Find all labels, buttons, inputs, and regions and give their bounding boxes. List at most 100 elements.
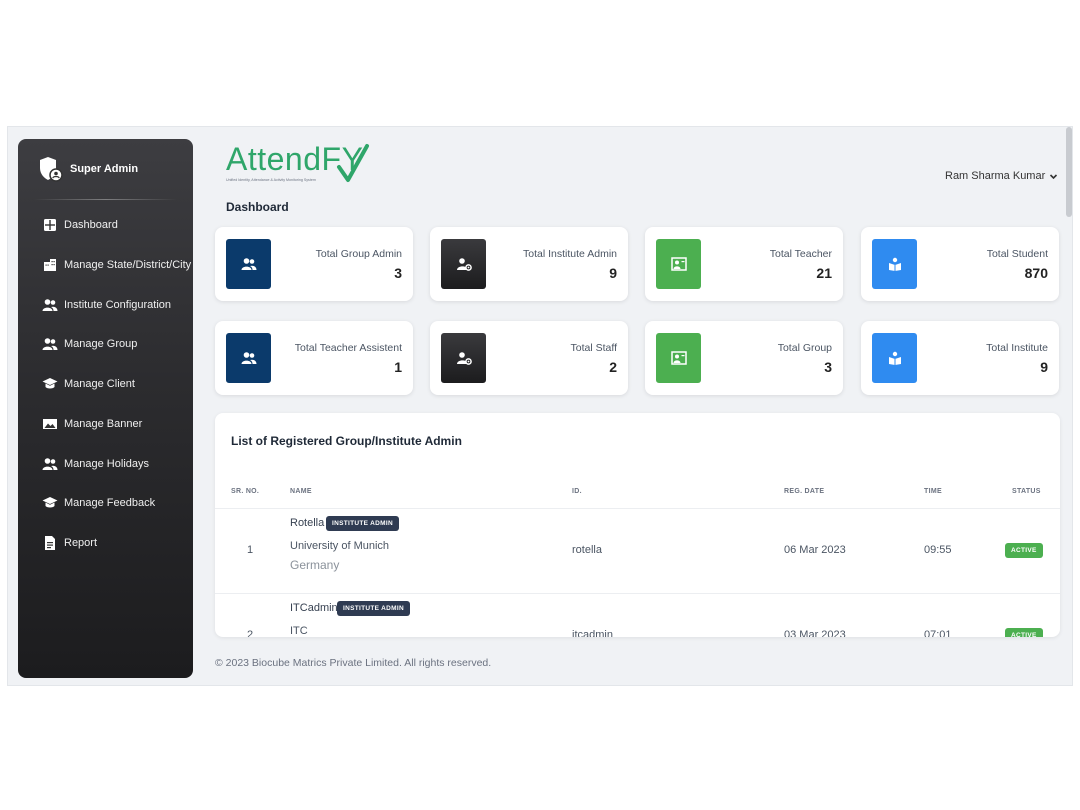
- role-badge: INSTITUTE ADMIN: [337, 601, 410, 616]
- sidebar-item-label: Dashboard: [64, 219, 118, 231]
- status-badge: ACTIVE: [1005, 543, 1043, 558]
- registered-admin-table: List of Registered Group/Institute Admin…: [215, 413, 1060, 637]
- row-institute: University of Munich: [290, 540, 390, 552]
- row-reg-date: 06 Mar 2023: [784, 544, 846, 556]
- users-icon: [42, 336, 58, 352]
- admin-shield-icon: [38, 155, 64, 183]
- document-icon: [42, 535, 58, 551]
- stat-card-total-teacher-assistent[interactable]: Total Teacher Assistent 1: [215, 321, 413, 395]
- dashboard-icon: [42, 217, 58, 233]
- user-name: Ram Sharma Kumar: [945, 170, 1046, 182]
- stat-value: 9: [609, 265, 617, 281]
- stat-value: 3: [824, 359, 832, 375]
- stat-label: Total Group Admin: [315, 248, 402, 260]
- row-country: Germany: [290, 558, 340, 572]
- student-reading-icon: [872, 239, 917, 289]
- sidebar-item-manage-holidays[interactable]: Manage Holidays: [42, 455, 149, 473]
- row-institute: ITC: [290, 625, 308, 637]
- sidebar-item-report[interactable]: Report: [42, 534, 97, 552]
- row-divider: [215, 593, 1060, 594]
- row-name: Rotella: [290, 517, 325, 529]
- stat-label: Total Group: [777, 342, 832, 354]
- teacher-board-icon: [656, 239, 701, 289]
- group-admin-icon: [226, 239, 271, 289]
- sidebar-item-label: Manage Group: [64, 338, 138, 350]
- row-sr-no: 1: [247, 544, 254, 556]
- sidebar: Super Admin Dashboard Manage State/Distr…: [18, 139, 193, 678]
- stat-value: 3: [394, 265, 402, 281]
- sidebar-item-manage-banner[interactable]: Manage Banner: [42, 415, 142, 433]
- stat-card-total-group-admin[interactable]: Total Group Admin 3: [215, 227, 413, 301]
- stat-value: 9: [1040, 359, 1048, 375]
- student-reading-icon: [872, 333, 917, 383]
- logo-subtitle: Unified Identity, Attendance & Activity …: [226, 178, 316, 182]
- sidebar-brand: Super Admin: [38, 155, 138, 183]
- footer-copyright: © 2023 Biocube Matrics Private Limited. …: [215, 657, 492, 669]
- table-title: List of Registered Group/Institute Admin: [231, 434, 462, 448]
- row-time: 07:01: [924, 629, 952, 637]
- sidebar-item-manage-client[interactable]: Manage Client: [42, 375, 135, 393]
- chevron-down-icon: [1049, 172, 1058, 181]
- stat-value: 870: [1024, 265, 1048, 281]
- column-header-sr-no[interactable]: SR. NO.: [231, 488, 259, 495]
- row-divider: [215, 508, 1060, 509]
- column-header-status[interactable]: STATUS: [1012, 488, 1041, 495]
- sidebar-item-label: Report: [64, 537, 98, 549]
- users-icon: [42, 456, 58, 472]
- page-title: Dashboard: [226, 200, 289, 214]
- stat-value: 21: [816, 265, 832, 281]
- role-badge: INSTITUTE ADMIN: [326, 516, 399, 531]
- row-id: rotella: [572, 544, 602, 556]
- stat-label: Total Teacher Assistent: [294, 342, 402, 354]
- stat-label: Total Staff: [570, 342, 617, 354]
- user-gear-icon: [441, 239, 486, 289]
- sidebar-brand-label: Super Admin: [70, 163, 139, 175]
- graduation-cap-icon: [42, 376, 58, 392]
- stat-card-total-staff[interactable]: Total Staff 2: [430, 321, 628, 395]
- row-reg-date: 03 Mar 2023: [784, 629, 846, 637]
- sidebar-item-label: Institute Configuration: [64, 299, 172, 311]
- status-badge: ACTIVE: [1005, 628, 1043, 637]
- column-header-id[interactable]: ID.: [572, 488, 582, 495]
- stat-card-total-group[interactable]: Total Group 3: [645, 321, 843, 395]
- stat-label: Total Institute Admin: [523, 248, 617, 260]
- stat-card-total-teacher[interactable]: Total Teacher 21: [645, 227, 843, 301]
- row-id: itcadmin: [572, 629, 613, 637]
- row-name: ITCadmin: [290, 602, 338, 614]
- stat-card-total-student[interactable]: Total Student 870: [861, 227, 1059, 301]
- user-menu[interactable]: Ram Sharma Kumar: [945, 170, 1058, 182]
- app-logo[interactable]: AttendFY Unified Identity, Attendance & …: [226, 141, 371, 187]
- page-scrollbar[interactable]: [1066, 127, 1072, 217]
- teacher-assistant-icon: [226, 333, 271, 383]
- stat-value: 1: [394, 359, 402, 375]
- stat-label: Total Student: [986, 248, 1048, 260]
- building-icon: [42, 257, 58, 273]
- users-icon: [42, 297, 58, 313]
- stat-value: 2: [609, 359, 617, 375]
- sidebar-item-dashboard[interactable]: Dashboard: [42, 216, 118, 234]
- sidebar-item-label: Manage Holidays: [64, 458, 149, 470]
- column-header-name[interactable]: NAME: [290, 488, 312, 495]
- graduation-cap-icon: [42, 495, 58, 511]
- sidebar-item-institute-configuration[interactable]: Institute Configuration: [42, 296, 171, 314]
- column-header-reg-date[interactable]: REG. DATE: [784, 488, 824, 495]
- sidebar-item-label: Manage Client: [64, 378, 135, 390]
- app-window: Super Admin Dashboard Manage State/Distr…: [7, 126, 1073, 686]
- user-gear-icon: [441, 333, 486, 383]
- sidebar-item-manage-group[interactable]: Manage Group: [42, 335, 137, 353]
- row-sr-no: 2: [247, 629, 254, 637]
- image-icon: [42, 416, 58, 432]
- teacher-board-icon: [656, 333, 701, 383]
- sidebar-item-label: Manage Feedback: [64, 497, 156, 509]
- logo-checkmark-icon: [336, 143, 370, 190]
- stat-card-total-institute-admin[interactable]: Total Institute Admin 9: [430, 227, 628, 301]
- stat-label: Total Institute: [986, 342, 1048, 354]
- stat-label: Total Teacher: [769, 248, 832, 260]
- sidebar-item-manage-feedback[interactable]: Manage Feedback: [42, 494, 155, 512]
- row-time: 09:55: [924, 544, 952, 556]
- sidebar-item-manage-state[interactable]: Manage State/District/City: [42, 256, 191, 274]
- sidebar-divider: [34, 199, 177, 200]
- sidebar-item-label: Manage State/District/City: [64, 259, 192, 271]
- column-header-time[interactable]: TIME: [924, 488, 942, 495]
- stat-card-total-institute[interactable]: Total Institute 9: [861, 321, 1059, 395]
